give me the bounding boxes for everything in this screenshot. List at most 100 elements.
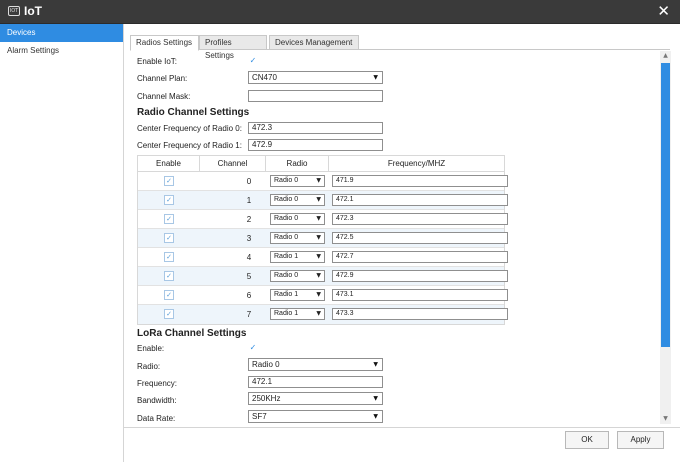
lora-channel-settings-heading: LoRa Channel Settings [137,328,247,339]
channel-frequency-input[interactable]: 471.9 [332,175,508,187]
lora-radio-value: Radio 0 [252,360,280,369]
channel-table: Enable Channel Radio Frequency/MHZ ✓ 0 R… [137,155,508,325]
channel-radio-value: Radio 0 [274,215,299,222]
channel-enable-checkbox[interactable]: ✓ [164,195,174,205]
channel-enable-checkbox[interactable]: ✓ [164,214,174,224]
footer-divider [124,427,680,428]
sidebar-item-devices[interactable]: Devices [0,24,123,42]
table-row: ✓ 0 Radio 0 ▼ 471.9 [138,172,508,191]
lora-bandwidth-label: Bandwidth: [137,396,177,405]
channel-number: 7 [246,310,252,319]
channel-radio-value: Radio 0 [274,272,299,279]
lora-frequency-label: Frequency: [137,379,178,388]
table-row: ✓ 7 Radio 1 ▼ 473.3 [138,305,508,324]
lora-enable-label: Enable: [137,344,165,353]
channel-frequency-input[interactable]: 473.3 [332,308,508,320]
chevron-down-icon: ▼ [316,234,321,241]
center-frequency-radio0-label: Center Frequency of Radio 0: [137,124,242,133]
lora-radio-label: Radio: [137,362,161,371]
lora-frequency-input[interactable]: 472.1 [248,376,383,388]
lora-data-rate-value: SF7 [252,412,267,421]
radios-settings-panel: Enable IoT: ✓ Channel Plan: CN470 ▼ Chan… [130,51,658,426]
vertical-scrollbar[interactable]: ▲ ▼ [660,51,671,424]
window-title: IoT [24,4,42,18]
scrollbar-thumb[interactable] [661,63,670,347]
column-header-radio: Radio [266,156,329,172]
channel-number: 4 [246,253,252,262]
channel-plan-select[interactable]: CN470 ▼ [248,71,383,84]
channel-radio-value: Radio 1 [274,291,299,298]
channel-radio-select[interactable]: Radio 0 ▼ [270,213,325,225]
enable-iot-checkbox[interactable]: ✓ [248,56,258,66]
channel-enable-checkbox[interactable]: ✓ [164,271,174,281]
channel-radio-select[interactable]: Radio 1 ▼ [270,308,325,320]
channel-number: 3 [246,234,252,243]
channel-plan-label: Channel Plan: [137,74,188,83]
table-row: ✓ 5 Radio 0 ▼ 472.9 [138,267,508,286]
table-header: Enable Channel Radio Frequency/MHZ [138,156,504,172]
channel-enable-checkbox[interactable]: ✓ [164,233,174,243]
channel-frequency-input[interactable]: 472.1 [332,194,508,206]
channel-radio-select[interactable]: Radio 0 ▼ [270,232,325,244]
chevron-down-icon: ▼ [316,253,321,260]
chevron-down-icon: ▼ [373,395,378,402]
channel-radio-select[interactable]: Radio 0 ▼ [270,194,325,206]
channel-number: 5 [246,272,252,281]
channel-number: 2 [246,215,252,224]
iot-logo-icon: IOT [8,6,20,16]
channel-radio-select[interactable]: Radio 1 ▼ [270,251,325,263]
chevron-down-icon: ▼ [316,177,321,184]
chevron-down-icon: ▼ [316,272,321,279]
lora-bandwidth-select[interactable]: 250KHz ▼ [248,392,383,405]
radio-channel-settings-heading: Radio Channel Settings [137,107,250,118]
channel-plan-value: CN470 [252,73,277,82]
close-icon[interactable]: ✕ [657,3,670,19]
table-row: ✓ 1 Radio 0 ▼ 472.1 [138,191,508,210]
table-row: ✓ 2 Radio 0 ▼ 472.3 [138,210,508,229]
lora-data-rate-label: Data Rate: [137,414,176,423]
channel-enable-checkbox[interactable]: ✓ [164,176,174,186]
column-header-channel: Channel [200,156,266,172]
scroll-down-icon[interactable]: ▼ [660,414,671,424]
channel-radio-value: Radio 1 [274,253,299,260]
chevron-down-icon: ▼ [373,413,378,420]
column-header-frequency: Frequency/MHZ [387,159,446,168]
channel-number: 0 [246,177,252,186]
channel-frequency-input[interactable]: 473.1 [332,289,508,301]
title-bar: IOT IoT ✕ [0,0,680,24]
table-row: ✓ 4 Radio 1 ▼ 472.7 [138,248,508,267]
lora-radio-select[interactable]: Radio 0 ▼ [248,358,383,371]
table-row: ✓ 6 Radio 1 ▼ 473.1 [138,286,508,305]
channel-radio-value: Radio 0 [274,234,299,241]
channel-radio-select[interactable]: Radio 0 ▼ [270,175,325,187]
scroll-up-icon[interactable]: ▲ [660,51,671,61]
channel-radio-select[interactable]: Radio 1 ▼ [270,289,325,301]
channel-frequency-input[interactable]: 472.3 [332,213,508,225]
channel-enable-checkbox[interactable]: ✓ [164,290,174,300]
ok-button[interactable]: OK [565,431,609,449]
channel-radio-value: Radio 0 [274,177,299,184]
channel-frequency-input[interactable]: 472.5 [332,232,508,244]
channel-enable-checkbox[interactable]: ✓ [164,252,174,262]
lora-data-rate-select[interactable]: SF7 ▼ [248,410,383,423]
center-frequency-radio0-input[interactable]: 472.3 [248,122,383,134]
sidebar-item-alarm-settings[interactable]: Alarm Settings [0,42,123,60]
channel-number: 1 [246,196,252,205]
channel-frequency-input[interactable]: 472.7 [332,251,508,263]
tab-profiles-settings[interactable]: Profiles Settings [199,35,267,60]
lora-enable-checkbox[interactable]: ✓ [248,343,258,353]
tab-devices-management[interactable]: Devices Management [269,35,359,50]
enable-iot-label: Enable IoT: [137,57,178,66]
channel-frequency-input[interactable]: 472.9 [332,270,508,282]
channel-radio-select[interactable]: Radio 0 ▼ [270,270,325,282]
chevron-down-icon: ▼ [316,196,321,203]
center-frequency-radio1-input[interactable]: 472.9 [248,139,383,151]
chevron-down-icon: ▼ [316,291,321,298]
channel-mask-label: Channel Mask: [137,92,191,101]
tab-bar: Radios Settings Profiles Settings Device… [130,35,670,60]
channel-enable-checkbox[interactable]: ✓ [164,309,174,319]
tab-radios-settings[interactable]: Radios Settings [130,35,199,51]
channel-mask-input[interactable] [248,90,383,102]
chevron-down-icon: ▼ [373,361,378,368]
apply-button[interactable]: Apply [617,431,664,449]
